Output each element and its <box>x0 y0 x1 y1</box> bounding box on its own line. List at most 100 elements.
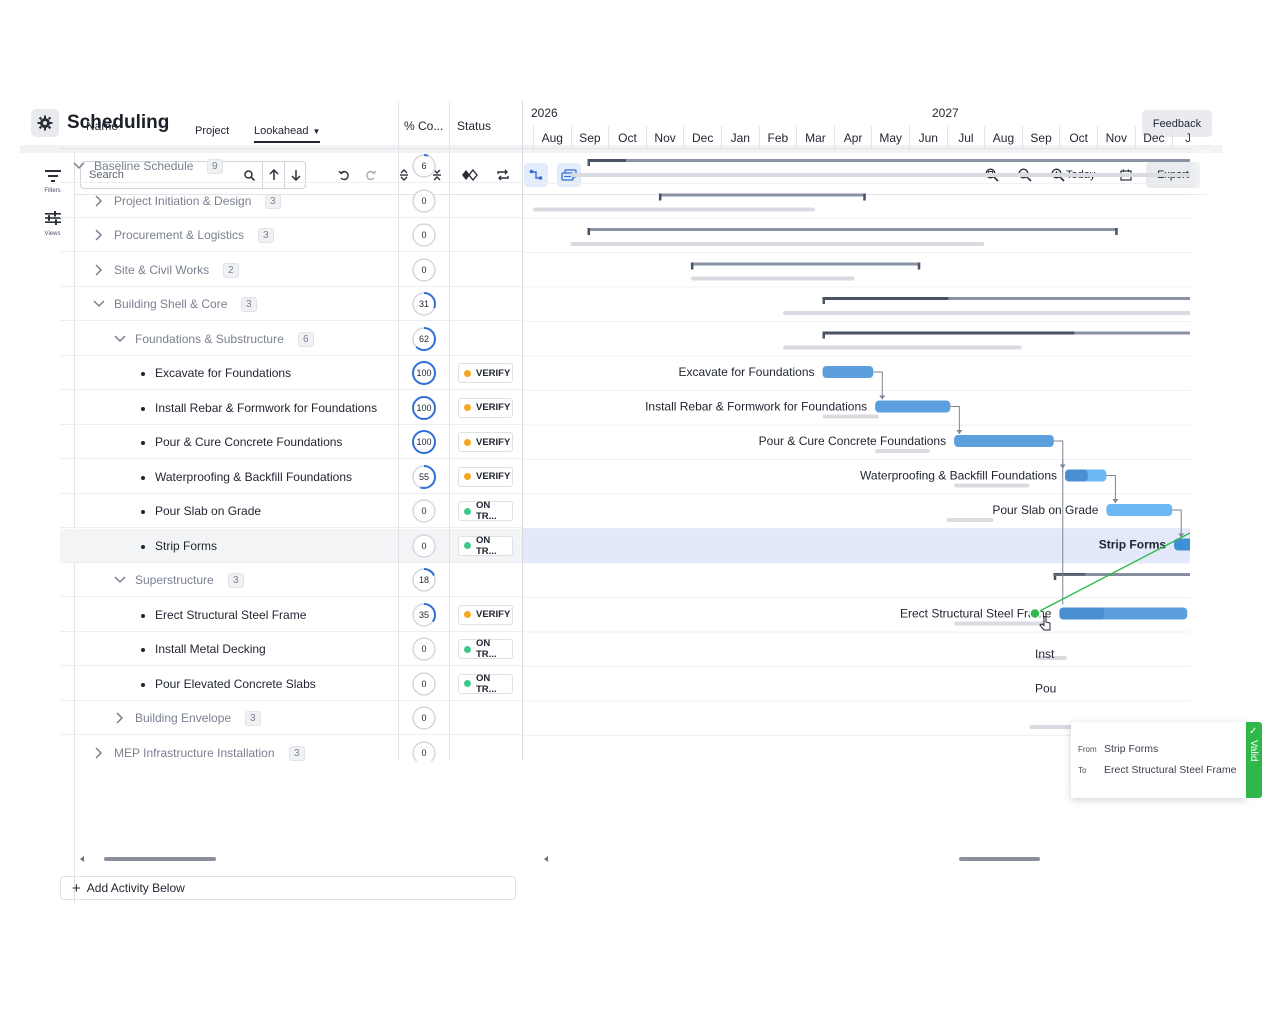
status-label: ON TR... <box>476 672 497 695</box>
column-header-name[interactable]: Name <box>86 119 118 133</box>
summary-bar[interactable] <box>587 159 1190 162</box>
table-row[interactable]: Pour & Cure Concrete Foundations 100 VERIF… <box>60 425 522 459</box>
gear-icon[interactable] <box>31 109 59 137</box>
task-progress <box>1059 607 1105 620</box>
table-row[interactable]: MEP Infrastructure Installation 3 0 <box>60 736 522 761</box>
table-row[interactable]: Waterproofing & Backfill Foundations 55 VE… <box>60 460 522 494</box>
summary-bar[interactable] <box>690 262 921 266</box>
table-row[interactable]: Pour Elevated Concrete Slabs 0 ON TR... <box>60 667 522 701</box>
baseline-bar <box>875 449 930 453</box>
filter-icon <box>44 170 61 182</box>
baseline-bar <box>822 414 879 419</box>
percent-value: 31 <box>418 299 429 309</box>
row-count-badge: 3 <box>241 297 257 312</box>
status-badge[interactable]: VERIFY <box>458 432 513 452</box>
month-label: Apr <box>833 126 872 150</box>
status-dot <box>464 369 471 377</box>
chevron-right-icon[interactable] <box>113 711 127 725</box>
row-name: Foundations & Substructure <box>135 331 284 346</box>
table-row[interactable]: Strip Forms 0 ON TR... <box>60 528 522 563</box>
percent-complete-ring: 55 <box>411 464 437 490</box>
bullet-icon <box>141 475 145 480</box>
grid-horizontal-scrollbar[interactable] <box>60 855 522 863</box>
chevron-down-icon[interactable] <box>72 159 86 173</box>
dependency-line <box>873 371 883 400</box>
bar-label: Excavate for Foundations <box>678 365 814 379</box>
valid-label: Valid <box>1248 740 1259 762</box>
percent-complete-ring: 18 <box>411 567 437 593</box>
month-label: Dec <box>683 126 721 150</box>
summary-cap <box>1115 228 1118 235</box>
percent-value: 0 <box>421 713 427 723</box>
column-header-status[interactable]: Status <box>457 119 491 133</box>
task-bar[interactable] <box>954 435 1054 447</box>
chevron-right-icon[interactable] <box>92 228 106 242</box>
chevron-right-icon[interactable] <box>92 263 106 277</box>
add-activity-button[interactable]: + Add Activity Below <box>60 876 516 900</box>
status-badge[interactable]: ON TR... <box>458 672 513 695</box>
dependency-arrow <box>956 430 963 434</box>
column-divider[interactable] <box>449 101 450 761</box>
row-name: Install Metal Decking <box>155 642 266 656</box>
table-row[interactable]: Install Rebar & Formwork for Foundations… <box>60 391 522 425</box>
gantt-horizontal-scrollbar[interactable] <box>542 855 1190 863</box>
dependency-tooltip: From Strip Forms To Erect Structural Ste… <box>1071 722 1246 798</box>
month-label: Feb <box>758 126 797 150</box>
month-label: Mar <box>796 126 834 150</box>
percent-complete-ring: 0 <box>411 671 437 697</box>
table-row[interactable]: Pour Slab on Grade 0 ON TR... <box>60 494 522 528</box>
table-row[interactable]: Foundations & Substructure 6 62 <box>60 322 522 356</box>
status-badge[interactable]: ON TR... <box>458 638 513 660</box>
table-row[interactable]: Install Metal Decking 0 ON TR... <box>60 632 522 666</box>
bullet-icon <box>141 406 145 411</box>
link-start-handle[interactable] <box>1029 607 1041 620</box>
tooltip-from-label: From <box>1078 745 1097 754</box>
tooltip-from-value: Strip Forms <box>1104 743 1159 755</box>
table-row[interactable]: Site & Civil Works 2 0 <box>60 253 522 287</box>
chevron-down-icon[interactable] <box>92 297 106 311</box>
status-badge[interactable]: VERIFY <box>458 363 513 383</box>
baseline-bar <box>954 621 1047 626</box>
chevron-right-icon[interactable] <box>92 746 106 760</box>
status-badge[interactable]: ON TR... <box>458 500 513 522</box>
table-row[interactable]: Baseline Schedule 9 6 <box>60 149 522 183</box>
percent-value: 100 <box>416 437 432 447</box>
timeline-header: 2026 2027 Aug Sep Oct Nov Dec Jan Feb Mar Apr May… <box>523 101 1190 150</box>
task-bar[interactable] <box>875 400 951 413</box>
table-row[interactable]: Erect Structural Steel Frame 35 VERIFY <box>60 598 522 632</box>
chevron-down-icon[interactable] <box>113 573 127 587</box>
table-row[interactable]: Excavate for Foundations 100 VERIFY <box>60 356 522 390</box>
status-label: VERIFY <box>476 436 511 448</box>
bullet-icon <box>141 510 145 514</box>
status-badge[interactable]: VERIFY <box>458 466 513 487</box>
row-name: Procurement & Logistics <box>114 228 245 242</box>
chevron-down-icon[interactable] <box>113 332 127 346</box>
table-row[interactable]: Superstructure 3 18 <box>60 563 522 597</box>
column-divider[interactable] <box>398 101 399 761</box>
month-label: May <box>871 126 909 150</box>
percent-value: 0 <box>421 506 427 516</box>
table-row[interactable]: Building Shell & Core 3 31 <box>60 287 522 321</box>
summary-cap <box>822 331 826 339</box>
summary-bar[interactable] <box>658 193 866 197</box>
percent-value: 62 <box>418 333 429 344</box>
percent-value: 0 <box>421 747 427 758</box>
summary-bar[interactable] <box>587 228 1118 231</box>
table-row[interactable]: Procurement & Logistics 3 0 <box>60 218 522 252</box>
chevron-right-icon[interactable] <box>92 194 106 208</box>
status-badge[interactable]: VERIFY <box>458 604 513 625</box>
status-badge[interactable]: ON TR... <box>458 534 513 557</box>
status-label: ON TR... <box>476 534 497 557</box>
status-badge[interactable]: VERIFY <box>458 397 513 418</box>
percent-value: 0 <box>421 230 427 240</box>
percent-complete-ring: 100 <box>411 395 437 421</box>
task-bar[interactable] <box>822 366 874 378</box>
task-bar[interactable] <box>1106 504 1173 516</box>
table-row[interactable]: Building Envelope 3 0 <box>60 701 522 735</box>
table-row[interactable]: Project Initiation & Design 3 0 <box>60 184 522 218</box>
row-name: Excavate for Foundations <box>155 366 292 380</box>
status-dot <box>464 473 471 480</box>
summary-cap <box>587 159 591 166</box>
column-header-complete[interactable]: % Co... <box>404 119 443 133</box>
bullet-icon <box>141 682 145 687</box>
